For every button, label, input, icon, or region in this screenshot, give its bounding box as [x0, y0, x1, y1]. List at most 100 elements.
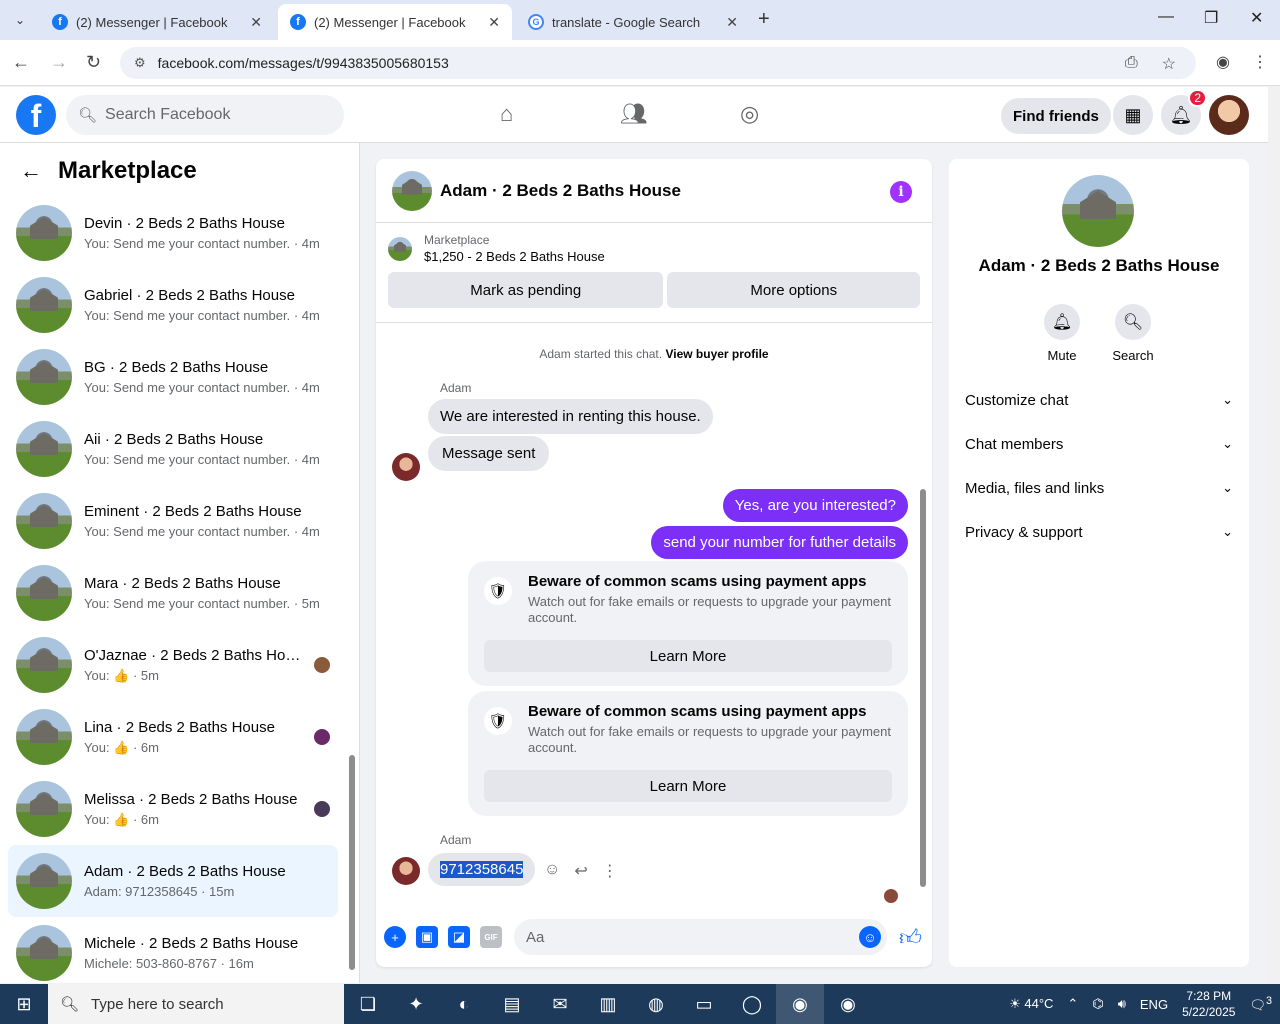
chat-scrollbar[interactable] — [918, 325, 928, 903]
close-tab-icon[interactable]: ✕ — [488, 14, 500, 31]
restore-icon[interactable]: ❐ — [1204, 8, 1218, 28]
sidebar-scrollbar[interactable] — [347, 195, 357, 983]
media-files-links-section[interactable]: Media, files and links ⌄ — [965, 480, 1233, 497]
more-actions-icon[interactable]: ⋮ — [602, 861, 618, 881]
scrollbar-thumb[interactable] — [920, 489, 926, 887]
conversation-item[interactable]: Lina · 2 Beds 2 Baths House You: 👍 · 6m — [8, 701, 338, 773]
conversation-item[interactable]: Eminent · 2 Beds 2 Baths House You: Send … — [8, 485, 338, 557]
facebook-logo-icon[interactable]: f — [16, 95, 56, 135]
privacy-support-section[interactable]: Privacy & support ⌄ — [965, 524, 1233, 541]
conversation-item[interactable]: Aii · 2 Beds 2 Baths House You: Send me y… — [8, 413, 338, 485]
add-more-icon[interactable]: + — [384, 926, 406, 948]
menu-grid-icon[interactable]: ▦ — [1113, 95, 1153, 135]
network-icon[interactable]: ⌬ — [1092, 996, 1103, 1012]
close-tab-icon[interactable]: ✕ — [250, 14, 262, 31]
store-icon[interactable]: ▤ — [488, 984, 536, 1024]
listing-thumbnail[interactable] — [388, 236, 412, 261]
account-avatar[interactable] — [1209, 95, 1249, 135]
react-emoji-icon[interactable]: ☺ — [544, 861, 560, 881]
mark-as-pending-button[interactable]: Mark as pending — [388, 272, 664, 308]
back-icon[interactable]: ← — [12, 52, 30, 73]
browser-menu-icon[interactable]: ⋮ — [1252, 52, 1268, 72]
language-indicator[interactable]: ENG — [1140, 997, 1168, 1012]
view-buyer-profile-link[interactable]: View buyer profile — [665, 347, 768, 361]
find-friends-button[interactable]: Find friends — [1001, 98, 1111, 134]
url-field[interactable]: ⚙ facebook.com/messages/t/99438350056801… — [120, 47, 1196, 79]
show-hidden-icons-icon[interactable]: ⌃ — [1067, 996, 1078, 1012]
sender-avatar[interactable] — [392, 857, 420, 885]
incoming-message[interactable]: 9712358645 — [428, 853, 536, 886]
copilot-icon[interactable]: ✦ — [392, 984, 440, 1024]
conversation-item[interactable]: Melissa · 2 Beds 2 Baths House You: 👍 · 6… — [8, 773, 338, 845]
forward-icon[interactable]: → — [50, 52, 68, 73]
attach-photo-icon[interactable]: ▣ — [416, 926, 438, 948]
reply-icon[interactable]: ↩ — [574, 861, 587, 881]
windows-start-icon[interactable]: ⊞ — [0, 984, 48, 1024]
conversation-item[interactable]: Michele · 2 Beds 2 Baths House Michele: 5… — [8, 917, 338, 989]
sender-avatar[interactable] — [392, 453, 420, 481]
whatsapp-icon[interactable]: ◯ — [728, 984, 776, 1024]
listing-thumbnail[interactable] — [1062, 175, 1134, 247]
clock[interactable]: 7:28 PM 5/22/2025 — [1182, 988, 1235, 1020]
reload-icon[interactable]: ↻ — [86, 52, 101, 73]
browser-tab[interactable]: f (2) Messenger | Facebook ✕ — [40, 4, 274, 40]
notification-center-icon[interactable]: 🗨︎3 — [1249, 995, 1272, 1013]
chrome-icon[interactable]: ◉ — [776, 984, 824, 1024]
outgoing-message[interactable]: Yes, are you interested? — [722, 489, 908, 522]
chat-title[interactable]: Adam · 2 Beds 2 Baths House — [440, 181, 681, 201]
customize-chat-section[interactable]: Customize chat ⌄ — [965, 392, 1233, 409]
sticker-icon[interactable]: ◪ — [448, 926, 470, 948]
minimize-icon[interactable]: — — [1158, 8, 1174, 26]
incoming-message[interactable]: We are interested in renting this house. — [428, 399, 713, 434]
conversation-item[interactable]: O'Jaznae · 2 Beds 2 Baths House You: 👍 · … — [8, 629, 338, 701]
facebook-search-input[interactable]: 🔍︎ Search Facebook — [66, 95, 344, 135]
taskbar-search-input[interactable]: 🔍︎ Type here to search — [48, 984, 344, 1024]
file-explorer-icon[interactable]: ▭ — [680, 984, 728, 1024]
incoming-message[interactable]: Message sent — [428, 436, 550, 471]
learn-more-button[interactable]: Learn More — [484, 770, 892, 802]
news-icon[interactable]: ▥ — [584, 984, 632, 1024]
browser-tab[interactable]: G translate - Google Search ✕ — [516, 4, 750, 40]
notifications-bell-icon[interactable]: 🔔︎ 2 — [1161, 89, 1207, 135]
install-app-icon[interactable]: ⎙ — [1125, 54, 1138, 74]
weather-widget[interactable]: ☀︎ 44°C — [1009, 996, 1053, 1012]
chat-members-section[interactable]: Chat members ⌄ — [965, 436, 1233, 453]
conversation-item[interactable]: Mara · 2 Beds 2 Baths House You: Send me … — [8, 557, 338, 629]
back-arrow-icon[interactable]: ← — [20, 158, 42, 184]
conversation-item[interactable]: Devin · 2 Beds 2 Baths House You: Send me… — [8, 197, 338, 269]
home-icon[interactable]: ⌂ — [500, 101, 513, 127]
close-tab-icon[interactable]: ✕ — [726, 14, 738, 31]
bookmark-star-icon[interactable]: ☆ — [1162, 54, 1176, 74]
volume-icon[interactable]: 🔊︎ — [1118, 996, 1126, 1012]
new-tab-icon[interactable]: + — [758, 8, 770, 31]
scrollbar-thumb[interactable] — [349, 755, 355, 970]
learn-more-button[interactable]: Learn More — [484, 640, 892, 672]
conversation-item[interactable]: BG · 2 Beds 2 Baths House You: Send me yo… — [8, 341, 338, 413]
profile-icon[interactable]: ◉ — [1216, 52, 1230, 72]
page-scrollbar[interactable] — [1268, 87, 1280, 983]
listing-thumbnail[interactable] — [392, 170, 432, 211]
conversation-item-active[interactable]: Adam · 2 Beds 2 Baths House Adam: 9712358… — [8, 845, 338, 917]
more-options-button[interactable]: More options — [667, 272, 920, 308]
friends-icon[interactable]: 👥︎ — [620, 101, 648, 127]
thumbs-up-icon[interactable]: 👍︎ — [899, 924, 922, 951]
gif-icon[interactable]: GIF — [480, 926, 502, 948]
browser-tab-active[interactable]: f (2) Messenger | Facebook ✕ — [278, 4, 512, 40]
mail-icon[interactable]: ✉ — [536, 984, 584, 1024]
message-input[interactable]: Aa ☺ — [514, 919, 887, 955]
search-button[interactable]: 🔍︎ Search — [1098, 304, 1168, 363]
phone-number-selected[interactable]: 9712358645 — [440, 861, 524, 878]
edge-icon[interactable]: ◐ — [440, 984, 488, 1024]
emoji-icon[interactable]: ☺ — [859, 926, 881, 948]
listing-price[interactable]: $1,250 - 2 Beds 2 Baths House — [424, 249, 605, 264]
firefox-icon[interactable]: ◍ — [632, 984, 680, 1024]
close-window-icon[interactable]: ✕ — [1250, 8, 1263, 28]
info-icon[interactable]: i — [890, 181, 912, 203]
outgoing-message[interactable]: send your number for futher details — [651, 526, 908, 559]
conversation-item[interactable]: Gabriel · 2 Beds 2 Baths House You: Send … — [8, 269, 338, 341]
chrome-profile-icon[interactable]: ◉ — [824, 984, 872, 1024]
groups-icon[interactable]: ◎ — [740, 101, 759, 127]
tab-search-menu-icon[interactable]: ⌄ — [8, 8, 32, 32]
mute-button[interactable]: 🔔︎ Mute — [1027, 304, 1097, 363]
site-info-icon[interactable]: ⚙ — [134, 55, 146, 71]
